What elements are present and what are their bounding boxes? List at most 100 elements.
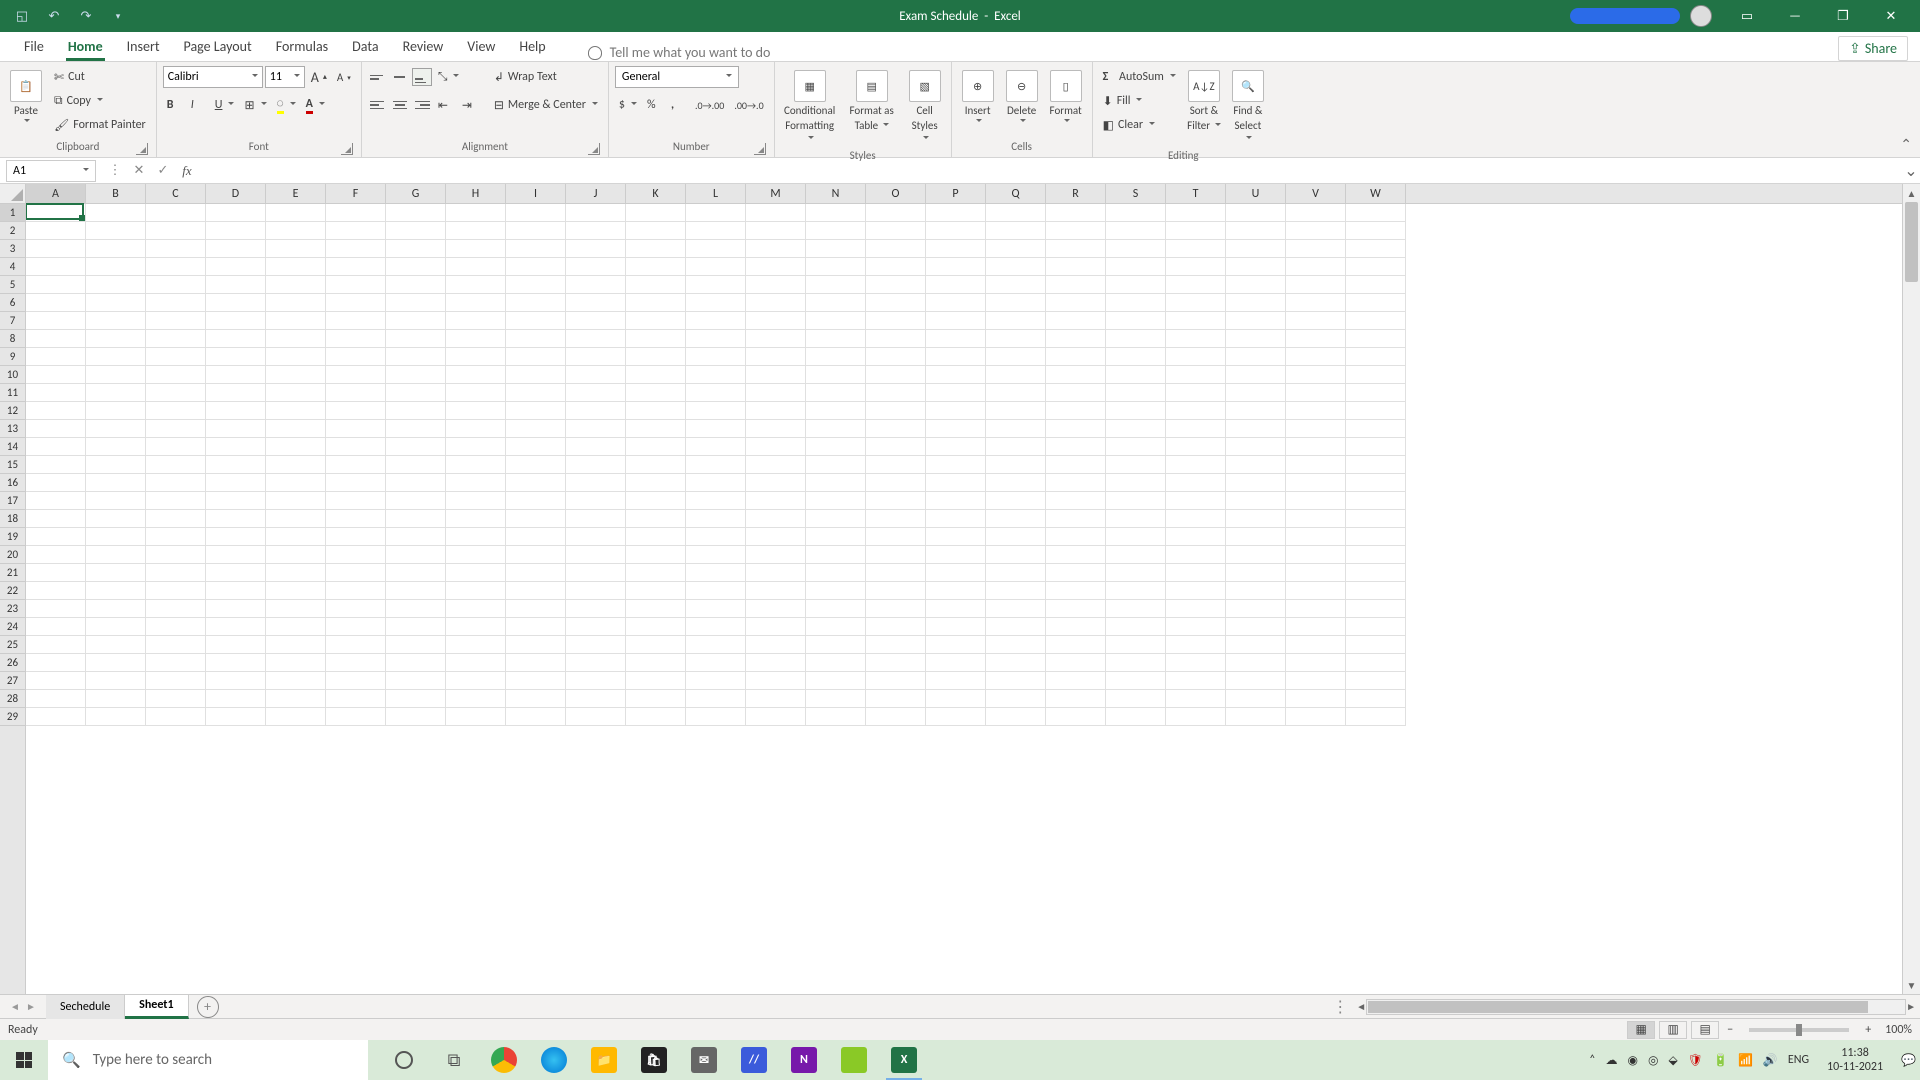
cell-P24[interactable] xyxy=(926,618,986,636)
cell-U27[interactable] xyxy=(1226,672,1286,690)
zoom-level[interactable]: 100% xyxy=(1885,1023,1912,1037)
cell-C2[interactable] xyxy=(146,222,206,240)
cell-P25[interactable] xyxy=(926,636,986,654)
cell-E8[interactable] xyxy=(266,330,326,348)
font-launcher[interactable] xyxy=(341,143,353,155)
cell-A27[interactable] xyxy=(26,672,86,690)
cell-D2[interactable] xyxy=(206,222,266,240)
cell-J8[interactable] xyxy=(566,330,626,348)
cell-G11[interactable] xyxy=(386,384,446,402)
cell-V8[interactable] xyxy=(1286,330,1346,348)
cell-T24[interactable] xyxy=(1166,618,1226,636)
cell-J7[interactable] xyxy=(566,312,626,330)
onedrive-icon[interactable]: ☁ xyxy=(1606,1053,1618,1068)
cell-N26[interactable] xyxy=(806,654,866,672)
cell-K18[interactable] xyxy=(626,510,686,528)
cell-H24[interactable] xyxy=(446,618,506,636)
cell-A17[interactable] xyxy=(26,492,86,510)
cell-I21[interactable] xyxy=(506,564,566,582)
cell-E5[interactable] xyxy=(266,276,326,294)
zoom-slider[interactable] xyxy=(1749,1028,1849,1032)
tab-formulas[interactable]: Formulas xyxy=(264,31,340,61)
cell-R22[interactable] xyxy=(1046,582,1106,600)
cell-F6[interactable] xyxy=(326,294,386,312)
cell-Q23[interactable] xyxy=(986,600,1046,618)
tab-review[interactable]: Review xyxy=(391,31,456,61)
cell-I16[interactable] xyxy=(506,474,566,492)
col-header-G[interactable]: G xyxy=(386,184,446,203)
cell-J24[interactable] xyxy=(566,618,626,636)
cell-E13[interactable] xyxy=(266,420,326,438)
cell-W21[interactable] xyxy=(1346,564,1406,582)
cell-A13[interactable] xyxy=(26,420,86,438)
cell-J23[interactable] xyxy=(566,600,626,618)
cell-F28[interactable] xyxy=(326,690,386,708)
cell-W16[interactable] xyxy=(1346,474,1406,492)
cell-O18[interactable] xyxy=(866,510,926,528)
cell-C21[interactable] xyxy=(146,564,206,582)
cell-M11[interactable] xyxy=(746,384,806,402)
sheet-split[interactable]: ⋮ xyxy=(1332,997,1348,1017)
cell-L14[interactable] xyxy=(686,438,746,456)
cell-F25[interactable] xyxy=(326,636,386,654)
cell-K21[interactable] xyxy=(626,564,686,582)
cell-B7[interactable] xyxy=(86,312,146,330)
align-bottom[interactable] xyxy=(412,68,432,86)
cell-S9[interactable] xyxy=(1106,348,1166,366)
cell-D14[interactable] xyxy=(206,438,266,456)
cell-H22[interactable] xyxy=(446,582,506,600)
cell-E22[interactable] xyxy=(266,582,326,600)
cell-N6[interactable] xyxy=(806,294,866,312)
cell-U3[interactable] xyxy=(1226,240,1286,258)
cell-G29[interactable] xyxy=(386,708,446,726)
cell-E12[interactable] xyxy=(266,402,326,420)
zoom-out[interactable]: − xyxy=(1723,1023,1737,1037)
cell-C23[interactable] xyxy=(146,600,206,618)
cell-R3[interactable] xyxy=(1046,240,1106,258)
cell-J17[interactable] xyxy=(566,492,626,510)
cell-G20[interactable] xyxy=(386,546,446,564)
cell-G6[interactable] xyxy=(386,294,446,312)
cell-B26[interactable] xyxy=(86,654,146,672)
cell-S15[interactable] xyxy=(1106,456,1166,474)
cell-O7[interactable] xyxy=(866,312,926,330)
cell-J12[interactable] xyxy=(566,402,626,420)
col-header-I[interactable]: I xyxy=(506,184,566,203)
accounting-format[interactable]: $ xyxy=(615,94,641,116)
cell-D16[interactable] xyxy=(206,474,266,492)
cell-V11[interactable] xyxy=(1286,384,1346,402)
cell-S21[interactable] xyxy=(1106,564,1166,582)
cell-R7[interactable] xyxy=(1046,312,1106,330)
cell-E26[interactable] xyxy=(266,654,326,672)
cell-T27[interactable] xyxy=(1166,672,1226,690)
cell-H25[interactable] xyxy=(446,636,506,654)
cell-R11[interactable] xyxy=(1046,384,1106,402)
cell-P7[interactable] xyxy=(926,312,986,330)
orientation-button[interactable]: ⤡ xyxy=(434,66,464,88)
cell-P5[interactable] xyxy=(926,276,986,294)
cell-O16[interactable] xyxy=(866,474,926,492)
cell-U13[interactable] xyxy=(1226,420,1286,438)
cell-P3[interactable] xyxy=(926,240,986,258)
cell-D7[interactable] xyxy=(206,312,266,330)
col-header-O[interactable]: O xyxy=(866,184,926,203)
app-green-icon[interactable] xyxy=(830,1040,878,1080)
cell-P14[interactable] xyxy=(926,438,986,456)
col-header-S[interactable]: S xyxy=(1106,184,1166,203)
cell-C5[interactable] xyxy=(146,276,206,294)
cell-O14[interactable] xyxy=(866,438,926,456)
cell-D6[interactable] xyxy=(206,294,266,312)
cell-I24[interactable] xyxy=(506,618,566,636)
cell-Q17[interactable] xyxy=(986,492,1046,510)
cell-G1[interactable] xyxy=(386,204,446,222)
cell-M2[interactable] xyxy=(746,222,806,240)
row-header-18[interactable]: 18 xyxy=(0,510,25,528)
cell-E19[interactable] xyxy=(266,528,326,546)
cell-N18[interactable] xyxy=(806,510,866,528)
increase-indent[interactable]: ⇥ xyxy=(458,94,480,116)
cell-W12[interactable] xyxy=(1346,402,1406,420)
cell-U11[interactable] xyxy=(1226,384,1286,402)
cell-Q6[interactable] xyxy=(986,294,1046,312)
cell-E3[interactable] xyxy=(266,240,326,258)
cell-W10[interactable] xyxy=(1346,366,1406,384)
